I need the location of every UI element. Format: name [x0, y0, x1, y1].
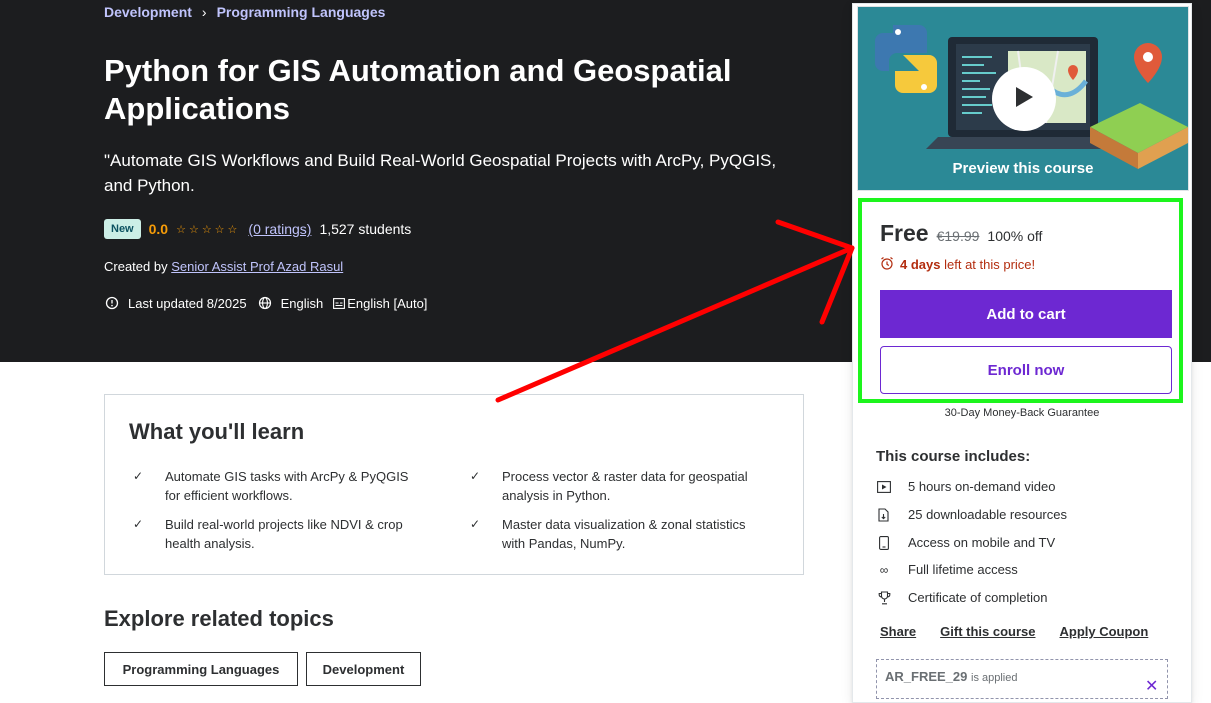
original-price: €19.99	[936, 228, 980, 244]
rating-row: New 0.0 ☆☆☆☆☆ (0 ratings) 1,527 students	[104, 219, 411, 239]
alert-clock-icon	[104, 295, 120, 311]
infinity-icon: ∞	[879, 562, 889, 577]
closed-captions-icon	[333, 295, 346, 311]
breadcrumb: Development › Programming Languages	[104, 4, 385, 20]
timer-days: 4 days	[900, 257, 941, 272]
learn-item-text: Build real-world projects like NDVI & cr…	[165, 517, 403, 551]
breadcrumb-item-programming-languages[interactable]: Programming Languages	[217, 4, 386, 20]
preview-label: Preview this course	[952, 160, 1094, 177]
download-file-icon	[876, 507, 892, 522]
price-row: Free €19.99 100% off	[880, 220, 1042, 247]
include-label: Certificate of completion	[908, 590, 1048, 605]
check-icon: ✓	[470, 469, 481, 483]
include-item-mobile: Access on mobile and TV	[876, 535, 1055, 550]
chevron-right-icon: ›	[201, 4, 207, 20]
captions-text: English [Auto]	[347, 295, 428, 311]
money-back-guarantee: 30-Day Money-Back Guarantee	[944, 407, 1100, 419]
course-subtitle: "Automate GIS Workflows and Build Real-W…	[104, 151, 777, 195]
learn-item-text: Process vector & raster data for geospat…	[502, 469, 748, 503]
instructor-link[interactable]: Senior Assist Prof Azad Rasul	[171, 259, 343, 274]
check-icon: ✓	[133, 517, 144, 531]
price-timer: 4 days left at this price!	[880, 256, 1035, 273]
share-link[interactable]: Share	[880, 624, 916, 639]
related-topics-title: Explore related topics	[104, 606, 334, 631]
check-icon: ✓	[133, 469, 144, 483]
include-item-video: 5 hours on-demand video	[876, 479, 1055, 494]
star-rating-icon: ☆☆☆☆☆	[176, 223, 241, 236]
include-label: 25 downloadable resources	[908, 507, 1067, 522]
sidebar-links: Share Gift this course Apply Coupon	[880, 624, 1148, 639]
captions: English [Auto]	[333, 295, 427, 311]
learn-item-text: Automate GIS tasks with ArcPy & PyQGIS f…	[165, 469, 409, 503]
includes-title: This course includes:	[876, 448, 1031, 465]
play-icon	[1013, 85, 1035, 114]
last-updated-text: Last updated 8/2025	[128, 295, 247, 311]
created-by-label: Created by	[104, 259, 168, 274]
learn-item: ✓ Master data visualization & zonal stat…	[470, 515, 760, 553]
learn-item-text: Master data visualization & zonal statis…	[502, 517, 746, 551]
include-item-certificate: Certificate of completion	[876, 590, 1047, 605]
current-price: Free	[880, 220, 929, 246]
learn-item: ✓ Build real-world projects like NDVI & …	[133, 515, 423, 553]
language-text: English	[280, 295, 324, 311]
gift-course-link[interactable]: Gift this course	[940, 624, 1035, 639]
alarm-clock-icon	[880, 256, 894, 273]
topic-pill-development[interactable]: Development	[306, 652, 421, 686]
new-badge: New	[104, 219, 141, 239]
coupon-applied-text: is applied	[971, 672, 1018, 684]
price-panel-highlight: Free €19.99 100% off 4 days left at this…	[858, 198, 1183, 403]
last-updated: Last updated 8/2025	[104, 295, 247, 311]
topic-pill-programming-languages[interactable]: Programming Languages	[104, 652, 298, 686]
mobile-icon	[876, 535, 892, 550]
enroll-now-button[interactable]: Enroll now	[880, 346, 1172, 394]
rating-value: 0.0	[148, 221, 169, 237]
what-youll-learn-box: What you'll learn ✓ Automate GIS tasks w…	[104, 394, 804, 575]
applied-coupon: AR_FREE_29 is applied ✕	[876, 659, 1168, 699]
video-icon	[876, 480, 892, 493]
apply-coupon-link[interactable]: Apply Coupon	[1060, 624, 1149, 639]
play-button[interactable]	[992, 67, 1056, 131]
remove-coupon-icon[interactable]: ✕	[1145, 676, 1158, 696]
check-icon: ✓	[470, 517, 481, 531]
globe-icon	[257, 295, 273, 311]
course-title: Python for GIS Automation and Geospatial…	[104, 53, 732, 126]
include-item-lifetime: ∞ Full lifetime access	[876, 562, 1018, 577]
course-meta: Last updated 8/2025 English English [Aut…	[104, 295, 429, 311]
coupon-code: AR_FREE_29	[885, 669, 968, 684]
discount-percent: 100% off	[987, 228, 1043, 244]
students-count: 1,527 students	[319, 221, 412, 237]
learn-item: ✓ Automate GIS tasks with ArcPy & PyQGIS…	[133, 467, 423, 505]
breadcrumb-item-development[interactable]: Development	[104, 4, 192, 20]
add-to-cart-button[interactable]: Add to cart	[880, 290, 1172, 338]
include-label: Full lifetime access	[908, 562, 1018, 577]
created-by: Created by Senior Assist Prof Azad Rasul	[104, 259, 343, 274]
include-label: 5 hours on-demand video	[908, 479, 1056, 494]
trophy-icon	[876, 590, 892, 605]
language: English	[257, 295, 324, 311]
ratings-link[interactable]: (0 ratings)	[248, 221, 311, 237]
include-label: Access on mobile and TV	[908, 535, 1056, 550]
course-preview[interactable]: Preview this course	[857, 6, 1189, 191]
learn-title: What you'll learn	[129, 419, 305, 444]
learn-item: ✓ Process vector & raster data for geosp…	[470, 467, 760, 505]
include-item-resources: 25 downloadable resources	[876, 507, 1067, 522]
timer-rest: left at this price!	[944, 257, 1036, 272]
